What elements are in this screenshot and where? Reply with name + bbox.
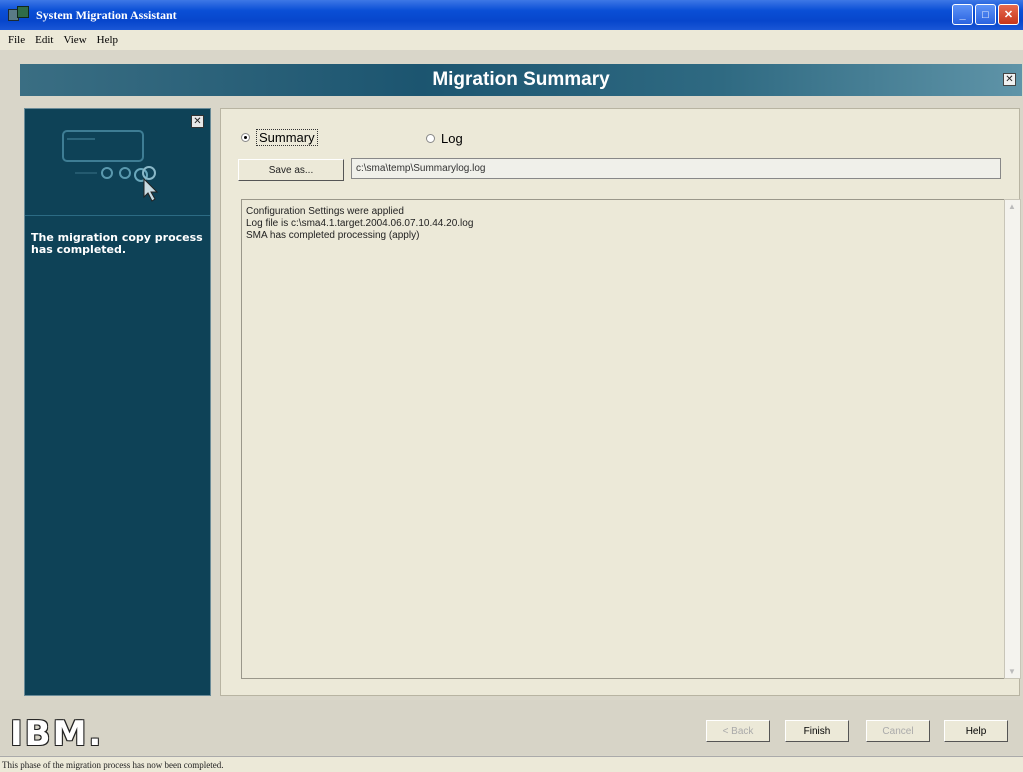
status-message: The migration copy process has completed… [31,231,203,256]
log-radio[interactable]: Log [426,131,463,146]
task-panel: ✕ The migration copy process has complet… [24,108,211,696]
back-button[interactable]: < Back [706,720,770,742]
scroll-down-icon[interactable]: ▼ [1008,667,1016,676]
maximize-button[interactable]: □ [975,4,996,25]
main-panel: Summary Log Save as... c:\sma\temp\Summa… [220,108,1021,696]
file-path-field[interactable]: c:\sma\temp\Summarylog.log [351,158,1001,179]
log-line: SMA has completed processing (apply) [246,230,420,241]
summary-radio-label: Summary [256,129,318,146]
minimize-button[interactable]: _ [952,4,973,25]
migration-illustration-icon [62,130,159,202]
close-button[interactable]: ✕ [998,4,1019,25]
save-as-button[interactable]: Save as... [238,159,344,181]
ibm-logo: IBM. [10,714,104,754]
cancel-button[interactable]: Cancel [866,720,930,742]
app-icon [8,5,30,25]
summary-radio[interactable]: Summary [241,129,318,146]
scroll-up-icon[interactable]: ▲ [1008,202,1016,211]
close-icon[interactable]: ✕ [1003,73,1016,86]
summary-text-area[interactable]: Configuration Settings were applied Log … [241,199,1021,679]
page-banner: Migration Summary ✕ [20,64,1022,96]
log-line: Log file is c:\sma4.1.target.2004.06.07.… [246,218,474,229]
status-bar: This phase of the migration process has … [0,756,1023,772]
radio-selected-icon[interactable] [241,133,250,142]
title-bar: System Migration Assistant _ □ ✕ [0,0,1023,30]
vertical-scrollbar[interactable]: ▲ ▼ [1004,199,1021,679]
help-button[interactable]: Help [944,720,1008,742]
log-radio-label: Log [441,131,463,146]
window-title: System Migration Assistant [36,7,177,22]
menu-view[interactable]: View [58,34,91,46]
page-title: Migration Summary [432,69,610,90]
menu-help[interactable]: Help [92,34,123,46]
menu-file[interactable]: File [0,34,30,46]
radio-icon[interactable] [426,134,435,143]
menu-bar: File Edit View Help [0,30,1023,50]
menu-edit[interactable]: Edit [30,34,58,46]
log-line: Configuration Settings were applied [246,206,404,217]
finish-button[interactable]: Finish [785,720,849,742]
